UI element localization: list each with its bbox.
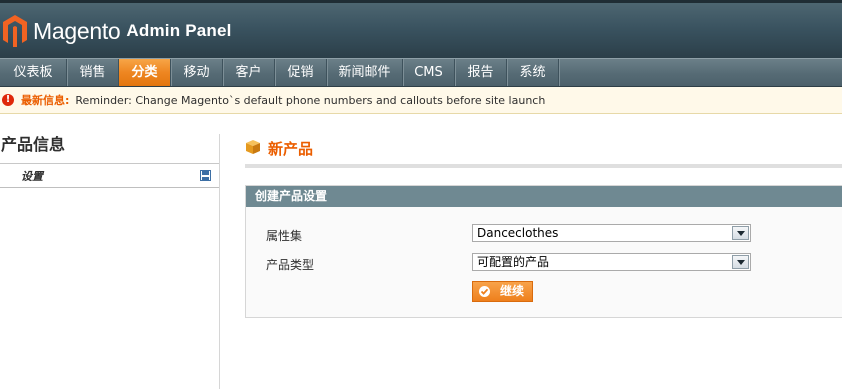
create-product-settings: 创建产品设置 属性集 Danceclothes 产品类型 可配置的产品 继续 — [245, 185, 842, 318]
sidebar-tab-settings[interactable]: 设置 — [0, 164, 219, 188]
attribute-set-value: Danceclothes — [477, 226, 559, 240]
page-header: 新产品 — [245, 134, 842, 168]
sidebar-title: 产品信息 — [0, 134, 219, 164]
product-type-label: 产品类型 — [266, 258, 315, 272]
chevron-down-icon — [732, 226, 749, 240]
notification-title: 最新信息: — [21, 94, 70, 107]
page-title: 新产品 — [268, 140, 314, 158]
nav-item-mobile[interactable]: 移动 — [171, 59, 223, 86]
attribute-set-label: 属性集 — [266, 229, 303, 243]
logo-subtitle: Admin Panel — [126, 21, 232, 40]
main-nav: 仪表板 销售 分类 移动 客户 促销 新闻邮件 CMS 报告 系统 — [0, 58, 842, 87]
error-icon: ! — [2, 94, 14, 106]
nav-item-dashboard[interactable]: 仪表板 — [0, 59, 67, 86]
nav-item-promotions[interactable]: 促销 — [275, 59, 327, 86]
chevron-down-icon — [732, 255, 749, 269]
checkmark-icon — [479, 286, 490, 297]
attribute-set-select[interactable]: Danceclothes — [472, 224, 751, 242]
nav-item-newsletter[interactable]: 新闻邮件 — [327, 59, 403, 86]
notification-text: Reminder: Change Magento`s default phone… — [75, 93, 546, 107]
nav-item-system[interactable]: 系统 — [507, 59, 559, 86]
continue-button[interactable]: 继续 — [472, 281, 533, 302]
magento-logo-icon — [3, 15, 27, 47]
header: Magento Admin Panel — [0, 0, 842, 58]
notification-bar: ! 最新信息: Reminder: Change Magento`s defau… — [0, 87, 842, 114]
nav-item-sales[interactable]: 销售 — [67, 59, 119, 86]
nav-item-cms[interactable]: CMS — [403, 59, 455, 86]
nav-item-reports[interactable]: 报告 — [455, 59, 507, 86]
sidebar-tab-label: 设置 — [21, 170, 43, 183]
nav-item-customers[interactable]: 客户 — [223, 59, 275, 86]
magento-logo[interactable]: Magento Admin Panel — [3, 13, 232, 49]
sidebar: 产品信息 设置 — [0, 134, 220, 389]
product-box-icon — [246, 140, 260, 154]
product-type-select[interactable]: 可配置的产品 — [472, 253, 751, 271]
continue-label: 继续 — [500, 284, 525, 298]
logo-text: Magento — [33, 18, 121, 44]
nav-item-catalog[interactable]: 分类 — [119, 59, 171, 86]
product-type-value: 可配置的产品 — [477, 255, 550, 269]
fieldset-title: 创建产品设置 — [246, 186, 842, 207]
save-icon — [200, 170, 211, 181]
